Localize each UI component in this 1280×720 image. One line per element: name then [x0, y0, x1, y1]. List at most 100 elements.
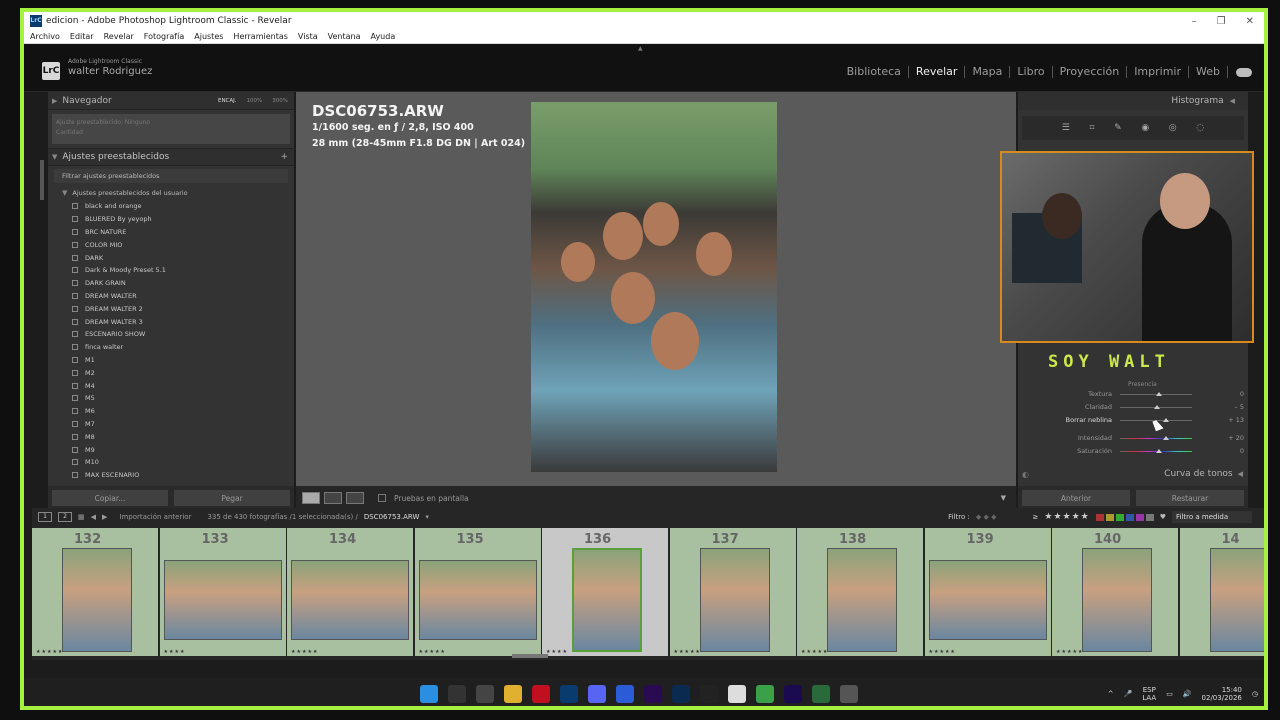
slider-claridad[interactable]: Claridad – 5: [1048, 401, 1248, 413]
menu-herramientas[interactable]: Herramientas: [233, 32, 288, 41]
thumbnail[interactable]: [827, 548, 897, 652]
preset-item[interactable]: DARK: [48, 251, 294, 264]
tone-curve-header[interactable]: ◐ Curva de tonos ◀: [1018, 464, 1248, 484]
zoom-fit[interactable]: ENCAJ.: [218, 98, 237, 104]
file-explorer-icon[interactable]: [504, 685, 522, 703]
back-arrow-icon[interactable]: ◀: [91, 513, 96, 521]
slider-knob[interactable]: [1163, 435, 1170, 440]
preset-item[interactable]: BRC NATURE: [48, 226, 294, 239]
top-panel-toggle-icon[interactable]: ▲: [638, 45, 643, 52]
thumbnail[interactable]: [418, 560, 537, 640]
preset-icon[interactable]: ◌: [1196, 123, 1204, 133]
filmstrip-scrollbar[interactable]: [512, 654, 548, 658]
compare-button[interactable]: [346, 492, 364, 504]
menu-editar[interactable]: Editar: [70, 32, 94, 41]
volume-icon[interactable]: 🔊: [1183, 690, 1192, 698]
navigator-header[interactable]: ▶ Navegador ENCAJ. 100% 300%: [48, 92, 294, 110]
opera-icon[interactable]: [532, 685, 550, 703]
settings-icon[interactable]: [840, 685, 858, 703]
preset-item[interactable]: M8: [48, 430, 294, 443]
heart-icon[interactable]: ♥: [1160, 513, 1166, 521]
filmstrip-cell[interactable]: 135 ★★★★★: [414, 528, 541, 656]
notepad-icon[interactable]: [728, 685, 746, 703]
preset-item[interactable]: black and orange: [48, 200, 294, 213]
zoom-100[interactable]: 100%: [247, 98, 263, 104]
module-mapa[interactable]: Mapa: [965, 66, 1011, 78]
reset-button[interactable]: Restaurar: [1136, 490, 1244, 506]
thumbnail[interactable]: [291, 560, 409, 640]
preset-item[interactable]: DREAM WALTER 3: [48, 315, 294, 328]
previous-button[interactable]: Anterior: [1022, 490, 1130, 506]
slider-intensidad[interactable]: Intensidad + 20: [1048, 432, 1248, 444]
preset-item[interactable]: Dark & Moody Preset 5.1: [48, 264, 294, 277]
slider-knob[interactable]: [1163, 417, 1170, 422]
slider-value[interactable]: – 5: [1224, 403, 1248, 411]
filmstrip-cell[interactable]: 132 ★★★★★: [32, 528, 158, 656]
lightroom-icon[interactable]: [560, 685, 578, 703]
filter-mode-select[interactable]: Filtro a medida: [1172, 511, 1252, 523]
main-photo[interactable]: [531, 102, 777, 472]
redeye-icon[interactable]: ◉: [1141, 123, 1149, 133]
preset-item[interactable]: M2: [48, 366, 294, 379]
left-scrollbar[interactable]: [40, 160, 44, 200]
zoom-300[interactable]: 300%: [272, 98, 288, 104]
paste-button[interactable]: Pegar: [174, 490, 290, 506]
photoshop-icon[interactable]: [672, 685, 690, 703]
preset-item[interactable]: DREAM WALTER 2: [48, 302, 294, 315]
current-path[interactable]: DSC06753.ARW: [364, 513, 420, 521]
thumbnail[interactable]: [572, 548, 642, 652]
network-icon[interactable]: ▭: [1166, 690, 1173, 698]
menu-ajustes[interactable]: Ajustes: [194, 32, 223, 41]
windows-start-icon[interactable]: [420, 685, 438, 703]
main-window-button[interactable]: 1: [38, 512, 52, 522]
slider-knob[interactable]: [1153, 404, 1160, 409]
preset-item[interactable]: DREAM WALTER: [48, 290, 294, 303]
menu-vista[interactable]: Vista: [298, 32, 318, 41]
thumbnail[interactable]: [699, 548, 770, 652]
module-biblioteca[interactable]: Biblioteca: [840, 66, 909, 78]
crop-icon[interactable]: ⌗: [1089, 123, 1094, 133]
slider-knob[interactable]: [1156, 448, 1162, 453]
menu-revelar[interactable]: Revelar: [104, 32, 134, 41]
module-proyeccion[interactable]: Proyección: [1053, 66, 1128, 78]
menu-fotografia[interactable]: Fotografía: [144, 32, 184, 41]
preset-item[interactable]: M1: [48, 354, 294, 367]
eye-icon[interactable]: ◐: [1022, 470, 1029, 479]
slider-value[interactable]: 0: [1224, 447, 1248, 455]
capcut-icon[interactable]: [700, 685, 718, 703]
slider-saturacion[interactable]: Saturación 0: [1048, 445, 1248, 457]
loupe-view-button[interactable]: [302, 492, 320, 504]
clock[interactable]: 15:40 02/03/2026: [1202, 686, 1242, 702]
notification-icon[interactable]: ◷: [1252, 690, 1258, 698]
cloud-icon[interactable]: [1236, 67, 1252, 77]
source-label[interactable]: Importación anterior: [119, 513, 191, 521]
slider-textura[interactable]: Textura 0: [1048, 388, 1248, 400]
filmstrip-cell[interactable]: 136 ★★★★: [542, 528, 668, 656]
slider-value[interactable]: 0: [1224, 390, 1248, 398]
thumbnail[interactable]: [928, 560, 1047, 640]
preset-filter-input[interactable]: Filtrar ajustes preestablecidos: [54, 169, 288, 183]
healing-icon[interactable]: ✎: [1114, 123, 1122, 133]
language-indicator[interactable]: ESP LAA: [1142, 686, 1156, 702]
thumbnail[interactable]: [1082, 548, 1152, 652]
thumbnail[interactable]: [62, 548, 132, 652]
minimize-icon[interactable]: –: [1192, 16, 1197, 27]
add-preset-icon[interactable]: +: [280, 152, 288, 162]
mic-icon[interactable]: 🎤: [1124, 690, 1133, 698]
presets-header[interactable]: ▼ Ajustes preestablecidos +: [48, 148, 294, 166]
rating-operator[interactable]: ≥: [1033, 513, 1039, 521]
preset-item[interactable]: MAX ESCENARIO: [48, 469, 294, 482]
preset-item[interactable]: BLUERED By yeyoph: [48, 213, 294, 226]
search-icon[interactable]: [448, 685, 466, 703]
preset-item[interactable]: DARK GRAIN: [48, 277, 294, 290]
preset-item[interactable]: M10: [48, 456, 294, 469]
after-effects-icon[interactable]: [784, 685, 802, 703]
user-presets-folder[interactable]: ▼ Ajustes preestablecidos del usuario: [48, 186, 294, 200]
filmstrip-cell[interactable]: 140 ★★★★★: [1052, 528, 1178, 656]
thumbnail[interactable]: [163, 560, 282, 640]
preset-item[interactable]: M7: [48, 418, 294, 431]
word-icon[interactable]: [616, 685, 634, 703]
app-icon[interactable]: [812, 685, 830, 703]
module-web[interactable]: Web: [1189, 66, 1228, 78]
filmstrip-cell[interactable]: 134 ★★★★★: [287, 528, 413, 656]
